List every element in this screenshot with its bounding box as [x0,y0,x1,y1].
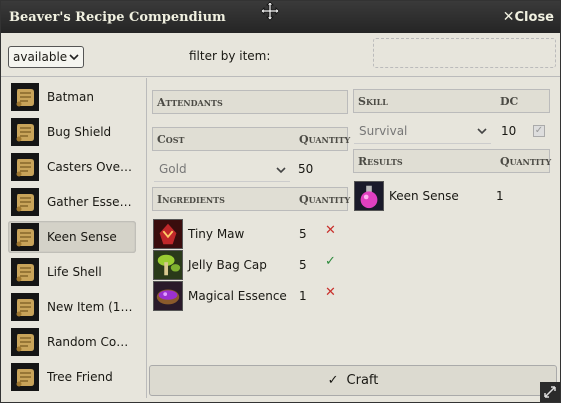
cost-currency-select[interactable]: Gold [159,162,187,176]
missing-icon: ✕ [325,223,336,238]
recipe-item-label: Batman [47,90,94,104]
title-bar[interactable]: Beaver's Recipe Compendium ✕Close [1,1,560,33]
results-header: Results Quantity [353,149,551,173]
recipe-list: Batman Bug Shield Casters Overti... Gather … [8,78,138,396]
close-button[interactable]: ✕Close [503,9,554,25]
recipe-item[interactable]: Bug Shield [8,116,136,148]
recipe-item[interactable]: Casters Overti... [8,151,136,183]
missing-icon: ✕ [325,285,336,300]
select-underline [354,143,491,144]
recipe-item[interactable]: Life Shell [8,256,136,288]
recipe-item-label: Keen Sense [47,230,117,244]
scroll-icon [11,83,39,111]
scroll-icon [11,223,39,251]
filter-bar: available filter by item: [1,33,560,77]
ingredients-header: Ingredients Quantity [152,187,350,211]
check-icon: ✓ [325,254,336,269]
check-icon: ✓ [327,373,339,388]
chevron-down-icon [276,167,286,174]
red-creature-icon [153,219,183,249]
recipe-item-label: New Item (146) [47,300,136,314]
recipe-item[interactable]: Batman [8,81,136,113]
recipe-item-label: Random Comm... [47,335,136,349]
filter-item-drop-zone[interactable] [373,38,556,68]
purple-bowl-icon [153,281,183,311]
window-title: Beaver's Recipe Compendium [9,9,226,25]
potion-icon [354,181,384,211]
scroll-icon [11,328,39,356]
mushroom-icon [153,250,183,280]
recipe-item[interactable]: Keen Sense [8,221,136,253]
recipe-item-label: Life Shell [47,265,102,279]
skill-checkbox[interactable]: ✓ [533,125,545,137]
recipe-item-label: Casters Overti... [47,160,136,174]
scroll-icon [11,363,39,391]
skill-header: Skill DC [353,89,550,113]
recipe-item[interactable]: New Item (146) [8,291,136,323]
chevron-down-icon [477,128,487,135]
cost-header: Cost Quantity [152,127,350,151]
availability-select[interactable]: available [8,46,84,68]
recipe-item[interactable]: Random Comm... [8,326,136,358]
divider [146,78,147,398]
cost-amount[interactable]: 50 [298,162,313,176]
scroll-icon [11,258,39,286]
recipe-item[interactable]: Gather Essence [8,186,136,218]
skill-dc[interactable]: 10 [501,124,516,138]
filter-by-item-label: filter by item: [189,49,271,63]
move-icon[interactable] [259,1,281,21]
recipe-item-label: Tree Friend [47,370,113,384]
select-underline [154,181,290,182]
recipe-item-label: Gather Essence [47,195,136,209]
recipe-compendium-window: Beaver's Recipe Compendium ✕Close availa… [0,0,561,403]
scroll-icon [11,153,39,181]
resize-handle-icon[interactable] [540,382,560,402]
recipe-item[interactable]: Tree Friend [8,361,136,393]
craft-button[interactable]: ✓ Craft [149,365,557,396]
chevron-down-icon [69,53,79,60]
recipe-item-label: Bug Shield [47,125,112,139]
scroll-icon [11,293,39,321]
scroll-icon [11,118,39,146]
skill-select[interactable]: Survival [359,124,407,138]
close-icon: ✕ [502,9,515,25]
attendants-header: Attendants [152,90,348,114]
scroll-icon [11,188,39,216]
